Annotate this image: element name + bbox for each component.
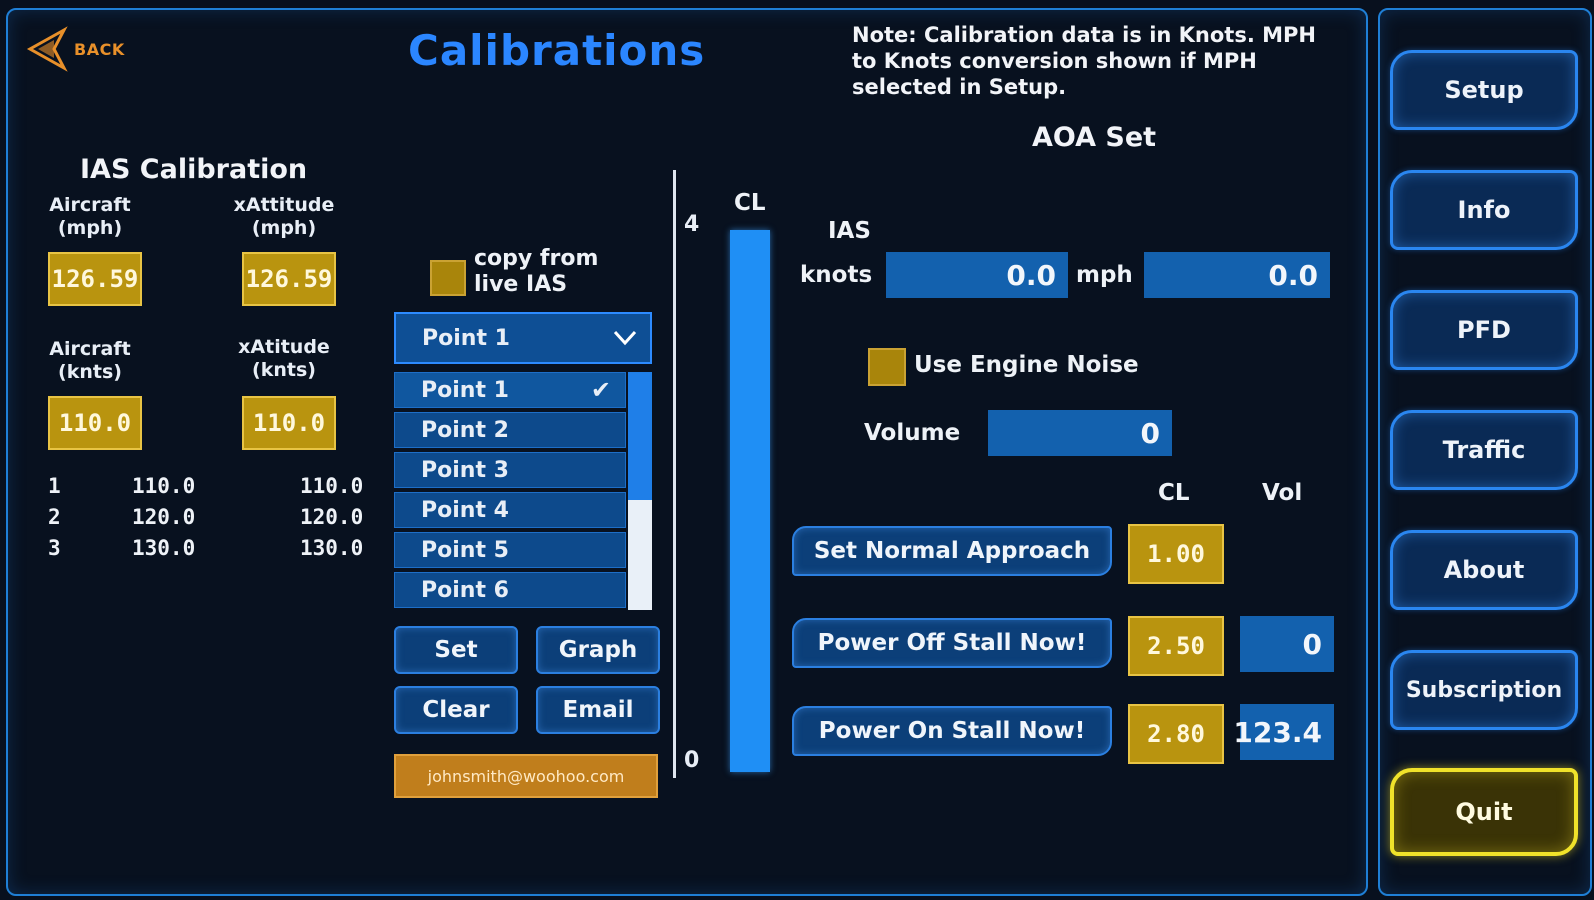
ias-label: IAS — [828, 218, 871, 244]
point-list-item-label: Point 6 — [421, 577, 509, 603]
point-select-value: Point 1 — [422, 325, 510, 351]
calibration-row-index: 1 — [48, 474, 61, 498]
calibration-row-index: 3 — [48, 536, 61, 560]
ias-calibration-title: IAS Calibration — [80, 154, 308, 185]
aircraft-mph-label: Aircraft (mph) — [49, 194, 131, 239]
use-engine-noise-label: Use Engine Noise — [914, 352, 1139, 378]
vol-column-label: Vol — [1262, 480, 1303, 506]
sidebar-pfd-button[interactable]: PFD — [1390, 290, 1578, 370]
calibration-note: Note: Calibration data is in Knots. MPH … — [852, 23, 1316, 99]
sidebar-about-button[interactable]: About — [1390, 530, 1578, 610]
point-list-scrollbar-thumb[interactable] — [628, 372, 652, 500]
gauge-max-label: 4 — [684, 212, 700, 237]
calibration-row-index: 2 — [48, 505, 61, 529]
cl-gauge-label: CL — [734, 190, 766, 216]
back-label: BACK — [74, 39, 125, 59]
email-field[interactable]: johnsmith@woohoo.com — [394, 754, 658, 798]
email-button[interactable]: Email — [536, 686, 660, 734]
aircraft-knts-value[interactable]: 110.0 — [48, 396, 142, 450]
calibration-row-aircraft: 110.0 — [132, 474, 196, 498]
power-off-cl-value[interactable]: 2.50 — [1128, 616, 1224, 676]
copy-from-live-ias-label: copy from live IAS — [474, 246, 599, 297]
gauge-divider — [673, 170, 676, 778]
calibration-row-aircraft: 130.0 — [132, 536, 196, 560]
graph-button[interactable]: Graph — [536, 626, 660, 674]
copy-from-live-ias-checkbox[interactable] — [430, 260, 466, 296]
point-list-item-label: Point 5 — [421, 537, 509, 563]
checkmark-icon: ✔ — [590, 376, 611, 404]
power-on-cl-value[interactable]: 2.80 — [1128, 704, 1224, 764]
xattitude-mph-value[interactable]: 126.59 — [242, 252, 336, 306]
power-on-stall-button[interactable]: Power On Stall Now! — [792, 706, 1112, 756]
sidebar-setup-button[interactable]: Setup — [1390, 50, 1578, 130]
chevron-down-icon — [613, 330, 637, 346]
point-list-item[interactable]: Point 6 — [394, 572, 626, 608]
clear-button[interactable]: Clear — [394, 686, 518, 734]
calibration-row-xattitude: 120.0 — [300, 505, 364, 529]
volume-input[interactable]: 0 — [988, 410, 1172, 456]
gauge-min-label: 0 — [684, 748, 700, 773]
knots-value: 0.0 — [886, 252, 1068, 298]
page-title: Calibrations — [408, 26, 706, 75]
knots-label: knots — [800, 262, 873, 288]
sidebar-info-button[interactable]: Info — [1390, 170, 1578, 250]
point-list: Point 1 ✔ Point 2 Point 3 Point 4 Point … — [394, 372, 652, 610]
calibration-row-aircraft: 120.0 — [132, 505, 196, 529]
calibration-row-xattitude: 110.0 — [300, 474, 364, 498]
xattitude-knts-value[interactable]: 110.0 — [242, 396, 336, 450]
power-on-vol-value[interactable]: 123.4 — [1233, 704, 1334, 760]
point-list-item[interactable]: Point 2 — [394, 412, 626, 448]
aircraft-mph-value[interactable]: 126.59 — [48, 252, 142, 306]
mph-value: 0.0 — [1144, 252, 1330, 298]
mph-label: mph — [1076, 262, 1133, 288]
cl-column-label: CL — [1158, 480, 1190, 506]
power-off-stall-button[interactable]: Power Off Stall Now! — [792, 618, 1112, 668]
point-list-item-label: Point 1 — [421, 377, 509, 403]
back-arrow-icon — [26, 26, 68, 72]
xattitude-knts-label: xAtitude (knts) — [238, 336, 330, 381]
point-list-item-label: Point 2 — [421, 417, 509, 443]
point-list-item-label: Point 4 — [421, 497, 509, 523]
set-normal-approach-button[interactable]: Set Normal Approach — [792, 526, 1112, 576]
aoa-set-title: AOA Set — [1032, 122, 1157, 153]
sidebar-subscription-button[interactable]: Subscription — [1390, 650, 1578, 730]
point-list-item-label: Point 3 — [421, 457, 509, 483]
point-list-item[interactable]: Point 5 — [394, 532, 626, 568]
use-engine-noise-checkbox[interactable] — [868, 348, 906, 386]
volume-label: Volume — [864, 420, 961, 446]
set-button[interactable]: Set — [394, 626, 518, 674]
point-list-item[interactable]: Point 3 — [394, 452, 626, 488]
back-button[interactable]: BACK — [24, 26, 134, 72]
aircraft-knts-label: Aircraft (knts) — [49, 338, 131, 383]
point-list-item[interactable]: Point 1 ✔ — [394, 372, 626, 408]
cl-gauge-bar — [730, 230, 770, 772]
normal-approach-cl-value[interactable]: 1.00 — [1128, 524, 1224, 584]
point-select-dropdown[interactable]: Point 1 — [394, 312, 652, 364]
power-off-vol-value[interactable]: 0 — [1240, 616, 1334, 672]
calibration-row-xattitude: 130.0 — [300, 536, 364, 560]
sidebar-traffic-button[interactable]: Traffic — [1390, 410, 1578, 490]
xattitude-mph-label: xAttitude (mph) — [233, 194, 335, 239]
quit-button[interactable]: Quit — [1390, 768, 1578, 856]
point-list-item[interactable]: Point 4 — [394, 492, 626, 528]
